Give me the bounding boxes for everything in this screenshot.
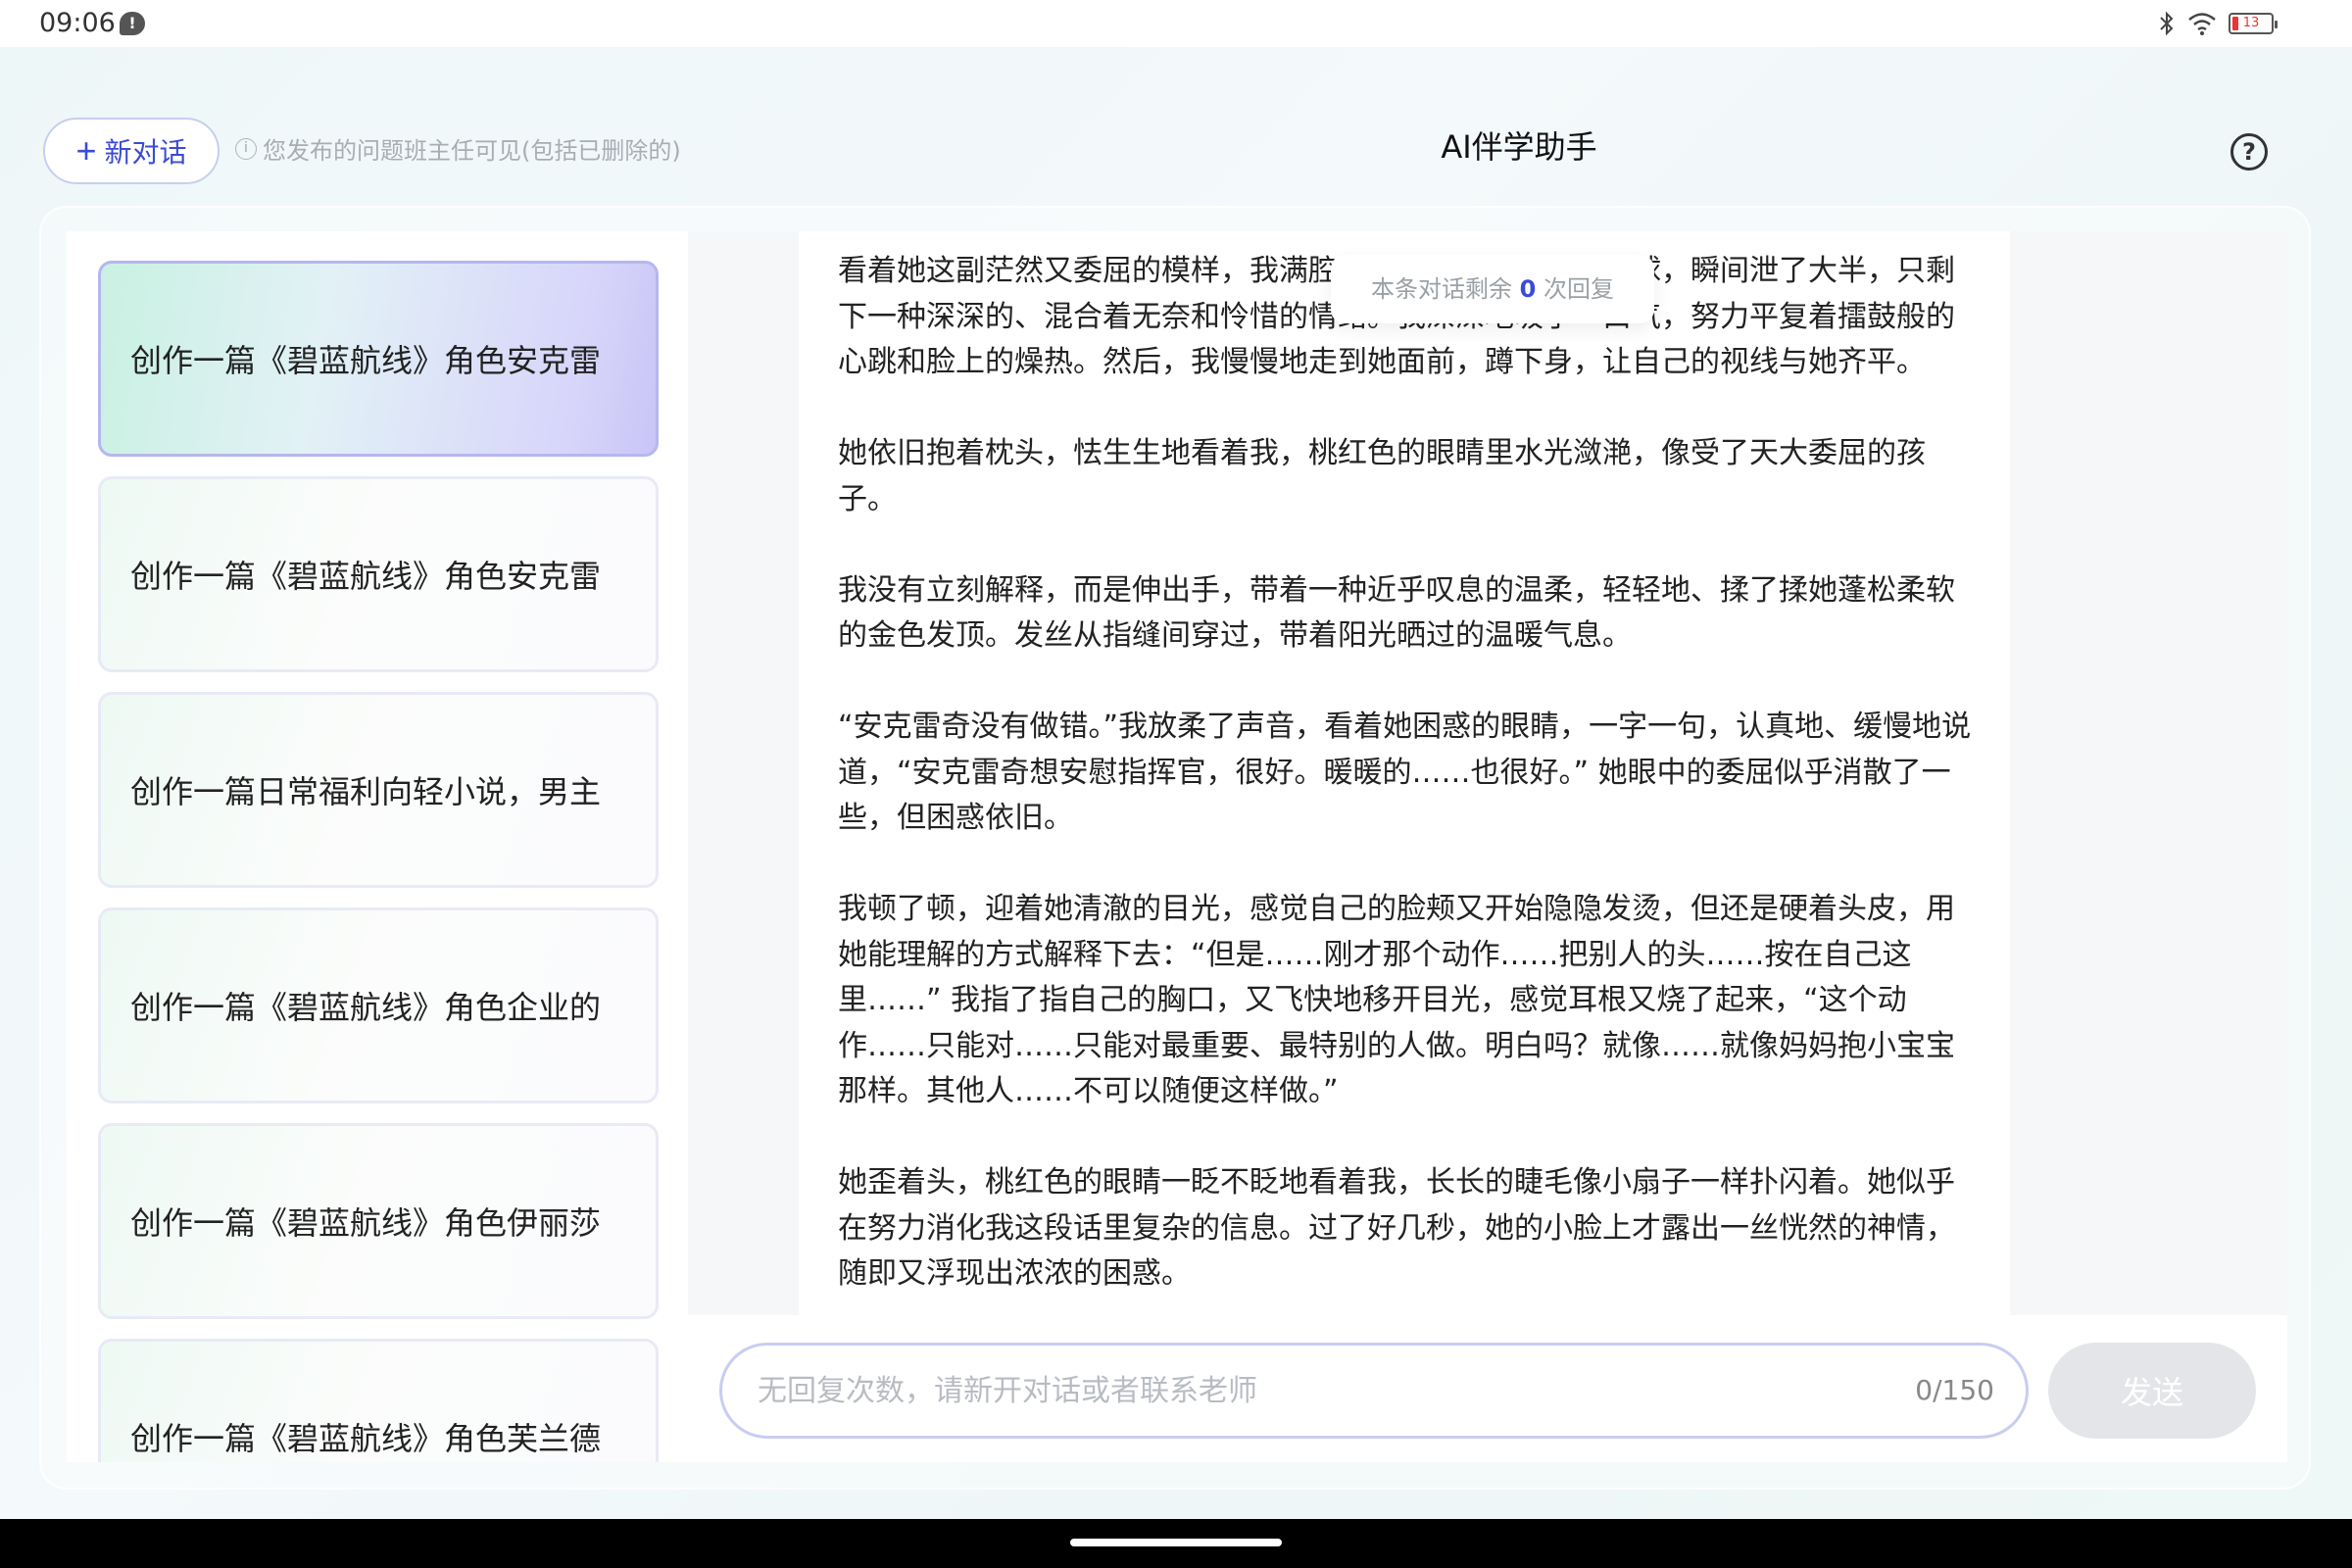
remaining-replies-toast: 本条对话剩余 0 次回复	[1331, 255, 1654, 323]
conversation-item[interactable]: 创作一篇《碧蓝航线》角色安克雷	[98, 476, 659, 672]
conversation-item[interactable]: 创作一篇《碧蓝航线》角色伊丽莎	[98, 1123, 659, 1319]
status-bar: 09:06 ! 13	[0, 0, 2352, 47]
new-chat-label: 新对话	[104, 137, 187, 168]
conversation-title: 创作一篇《碧蓝航线》角色伊丽莎	[130, 1204, 602, 1242]
message-paragraph: 她歪着头，桃红色的眼睛一眨不眨地看着我，长长的睫毛像小扇子一样扑闪着。她似乎在努…	[838, 1165, 1955, 1291]
message-paragraph: “安克雷奇没有做错。”我放柔了声音，看着她困惑的眼睛，一字一句，认真地、缓慢地说…	[838, 710, 1972, 835]
home-indicator[interactable]	[1070, 1539, 1282, 1546]
char-count: 0/150	[1915, 1374, 1994, 1406]
chat-message-scroll[interactable]: 看着她这副茫然又委屈的模样，我满腔的羞恼就像被戳破的气球，瞬间泄了大半，只剩下一…	[799, 231, 2010, 1315]
info-icon: i	[235, 137, 257, 160]
send-button[interactable]: 发送	[2048, 1343, 2256, 1439]
conversation-item[interactable]: 创作一篇日常福利向轻小说，男主	[98, 692, 659, 888]
battery-icon: 13	[2229, 13, 2278, 34]
conversation-item[interactable]: 创作一篇《碧蓝航线》角色芙兰德	[98, 1339, 659, 1462]
bluetooth-icon	[2160, 11, 2174, 36]
message-paragraph: 我没有立刻解释，而是伸出手，带着一种近乎叹息的温柔，轻轻地、揉了揉她蓬松柔软的金…	[838, 572, 1955, 654]
remaining-suffix: 次回复	[1543, 275, 1614, 303]
conversation-title: 创作一篇《碧蓝航线》角色企业的	[130, 989, 602, 1026]
conversation-title: 创作一篇日常福利向轻小说，男主	[130, 773, 602, 810]
status-icons: 13	[2158, 9, 2278, 38]
conversation-item[interactable]: 创作一篇《碧蓝航线》角色企业的	[98, 907, 659, 1103]
help-icon[interactable]: ?	[2230, 133, 2268, 171]
notice-text: 您发布的问题班主任可见(包括已删除的)	[263, 137, 681, 165]
battery-level: 13	[2242, 16, 2260, 30]
message-paragraph: 我顿了顿，迎着她清澈的目光，感觉自己的脸颊又开始隐隐发烫，但还是硬着头皮，用她能…	[838, 892, 1955, 1108]
message-input[interactable]	[758, 1346, 1836, 1436]
conversation-title: 创作一篇《碧蓝航线》角色安克雷	[130, 558, 602, 595]
notification-icon: !	[120, 12, 145, 35]
wifi-icon	[2188, 13, 2216, 35]
conversation-list: 创作一篇《碧蓝航线》角色安克雷 创作一篇《碧蓝航线》角色安克雷 创作一篇日常福利…	[67, 231, 688, 1462]
message-input-box: 0/150	[719, 1343, 2029, 1439]
assistant-message: 看着她这副茫然又委屈的模样，我满腔的羞恼就像被戳破的气球，瞬间泄了大半，只剩下一…	[838, 249, 1975, 1315]
new-chat-button[interactable]: + 新对话	[43, 118, 220, 184]
status-time: 09:06	[39, 8, 116, 38]
conversation-title: 创作一篇《碧蓝航线》角色芙兰德	[130, 1420, 602, 1457]
remaining-prefix: 本条对话剩余	[1371, 275, 1512, 303]
page-title: AI伴学助手	[1441, 128, 1597, 166]
plus-icon: +	[75, 130, 97, 171]
remaining-count: 0	[1519, 275, 1537, 303]
visibility-notice: i 您发布的问题班主任可见(包括已删除的)	[235, 131, 681, 166]
conversation-item[interactable]: 创作一篇《碧蓝航线》角色安克雷	[98, 261, 659, 457]
message-paragraph: 她依旧抱着枕头，怯生生地看着我，桃红色的眼睛里水光潋滟，像受了天大委屈的孩子。	[838, 436, 1926, 516]
conversation-title: 创作一篇《碧蓝航线》角色安克雷	[130, 342, 602, 379]
